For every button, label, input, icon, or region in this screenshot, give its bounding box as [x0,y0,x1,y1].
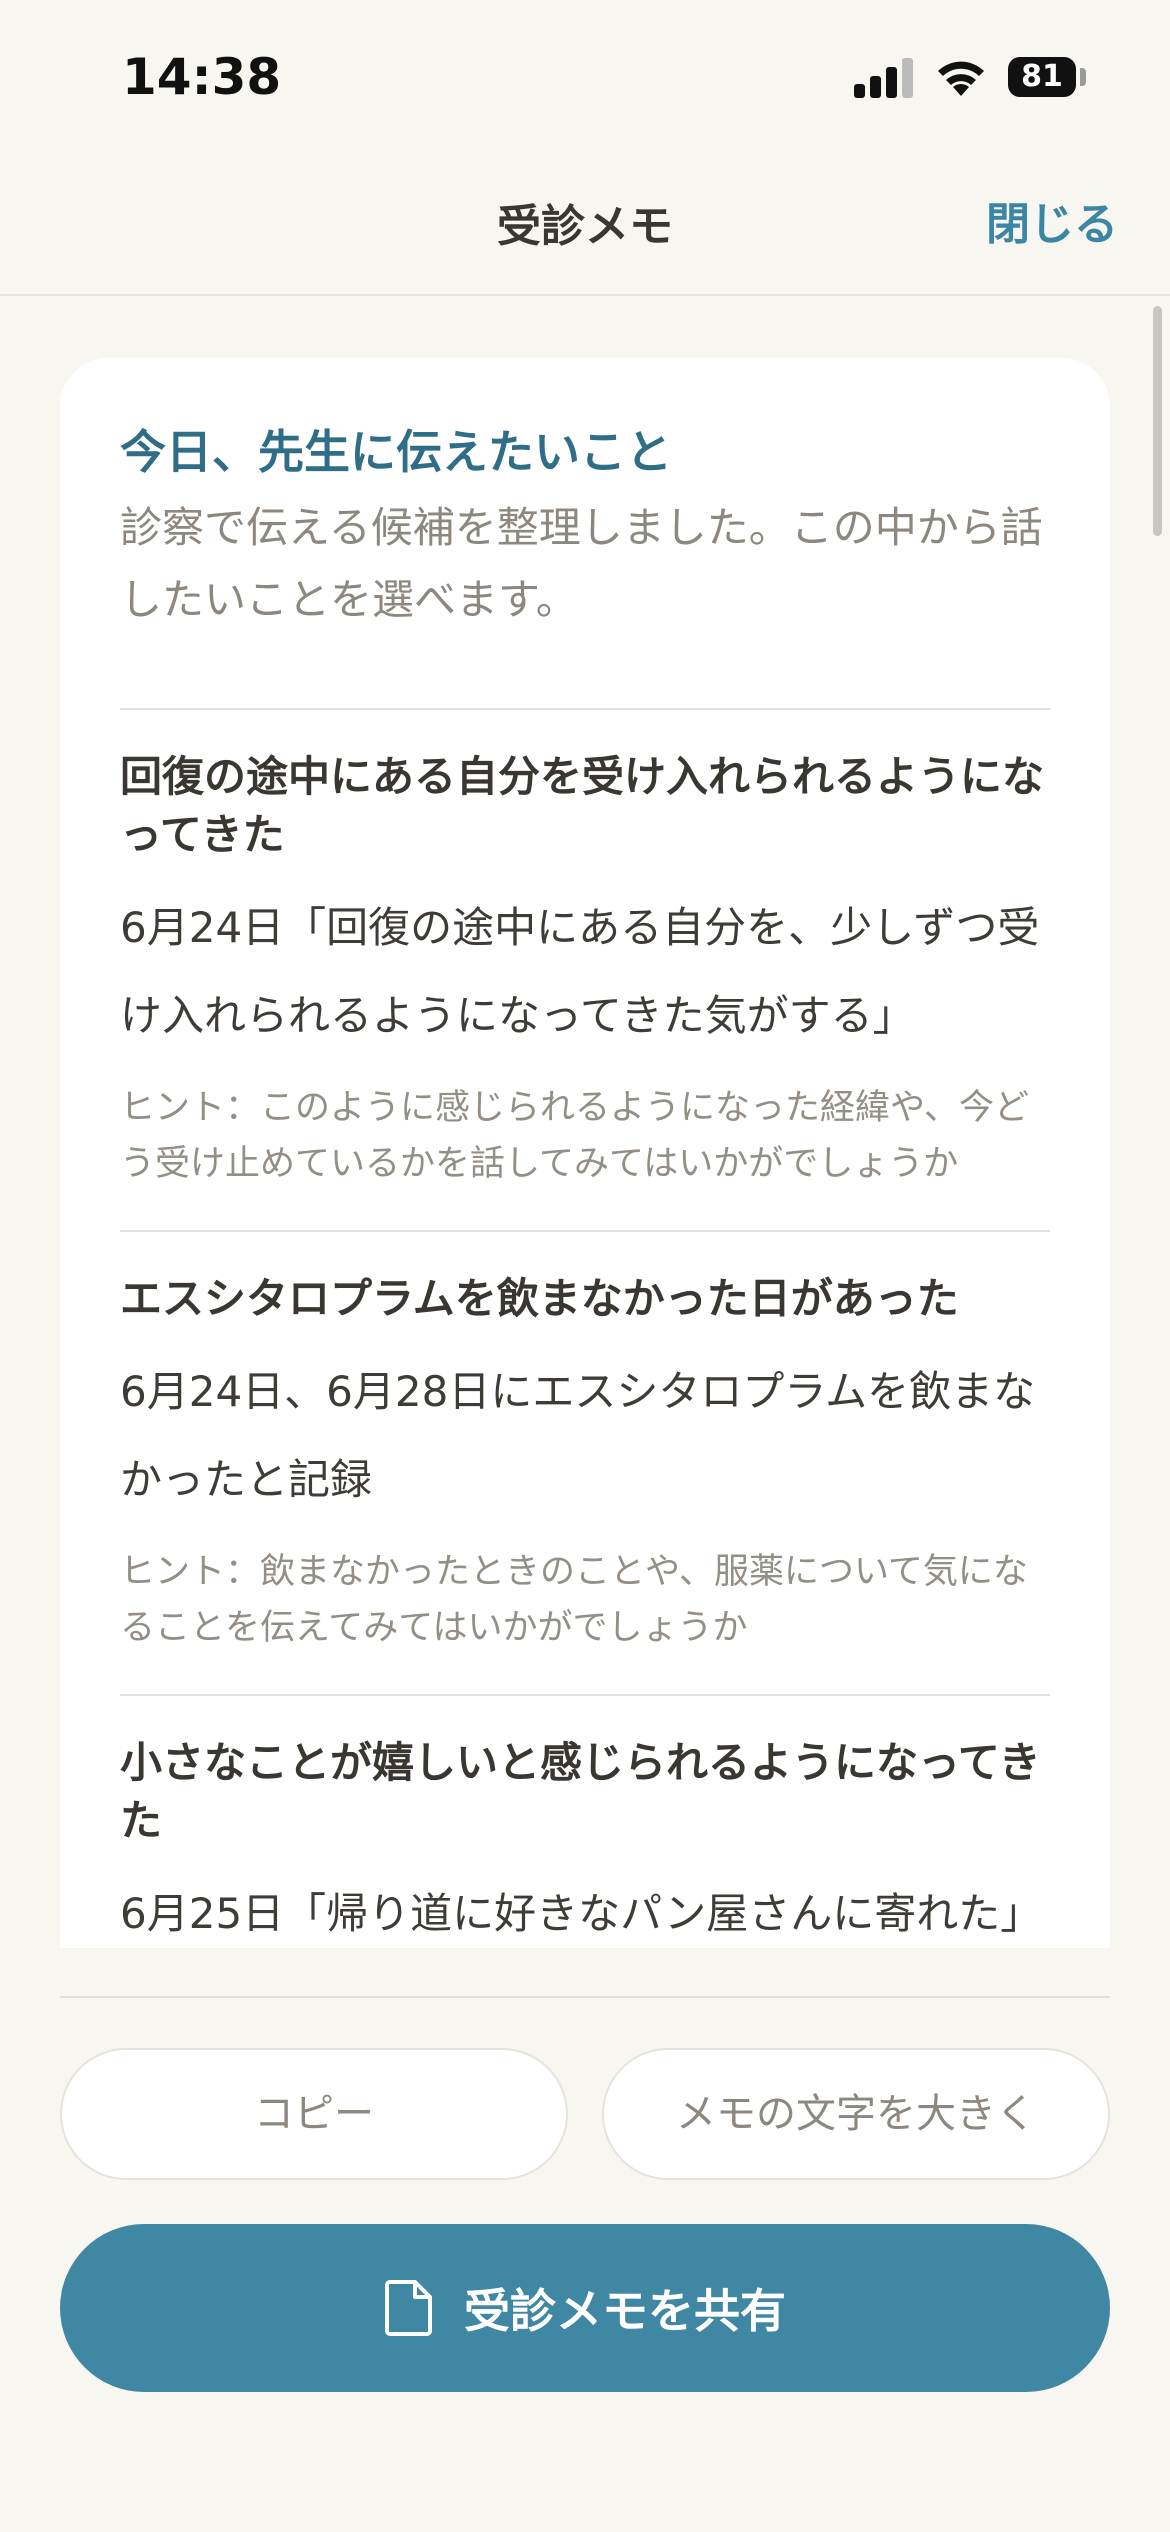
memo-item-title: 回復の途中にある自分を受け入れられるようになってきた [120,752,1045,859]
scrollbar[interactable] [1153,306,1162,536]
memo-item-body: 6月25日「帰り道に好きなパン屋さんに寄れた」「小さなことだが、こういうことが嬉… [120,1889,1043,1938]
battery-tip [1080,68,1086,86]
share-button-label: 受診メモを共有 [464,2284,786,2338]
enlarge-text-button[interactable]: メモの文字を大きく [602,2048,1110,2180]
divider [60,1996,1110,1998]
navigation-bar: 受診メモ 閉じる [0,150,1170,296]
memo-item-hint: ヒント：このように感じられるようになった経緯や、今どう受け止めているかを話してみ… [120,1088,1029,1184]
copy-button[interactable]: コピー [60,2048,568,2180]
memo-item[interactable]: エスシタロプラムを飲まなかった日があった 6月24日、6月28日にエスシタロプラ… [120,1230,1050,1694]
share-memo-button[interactable]: 受診メモを共有 [60,2224,1110,2392]
wifi-icon [938,61,984,96]
card-heading: 今日、先生に伝えたいこと [120,425,672,479]
status-time: 14:38 [122,48,282,106]
card-subtitle: 診察で伝える候補を整理しました。この中から話したいことを選べます。 [120,503,1043,624]
memo-item-hint: ヒント：飲まなかったときのことや、服薬について気になることを伝えてみてはいかがで… [120,1552,1028,1648]
memo-item-body: 6月24日「回復の途中にある自分を、少しずつ受け入れられるようになってきた気がす… [120,903,1040,1040]
memo-item-body: 6月24日、6月28日にエスシタロプラムを飲まなかったと記録 [120,1367,1036,1504]
status-bar: 14:38 81 [0,0,1170,150]
memo-item[interactable]: 回復の途中にある自分を受け入れられるようになってきた 6月24日「回復の途中にあ… [120,708,1050,1230]
memo-item-title: 小さなことが嬉しいと感じられるようになってきた [120,1738,1041,1845]
memo-card: 今日、先生に伝えたいこと 診察で伝える候補を整理しました。この中から話したいこと… [60,358,1110,1948]
memo-scroll-area[interactable]: 今日、先生に伝えたいこと 診察で伝える候補を整理しました。この中から話したいこと… [0,298,1170,1948]
memo-item[interactable]: 小さなことが嬉しいと感じられるようになってきた 6月25日「帰り道に好きなパン屋… [120,1694,1050,1948]
document-icon [385,2280,432,2336]
cellular-signal-icon [854,58,916,98]
battery-icon: 81 [1008,57,1076,97]
close-button[interactable]: 閉じる [986,188,1118,252]
memo-item-title: エスシタロプラムを飲まなかった日があった [120,1274,959,1323]
